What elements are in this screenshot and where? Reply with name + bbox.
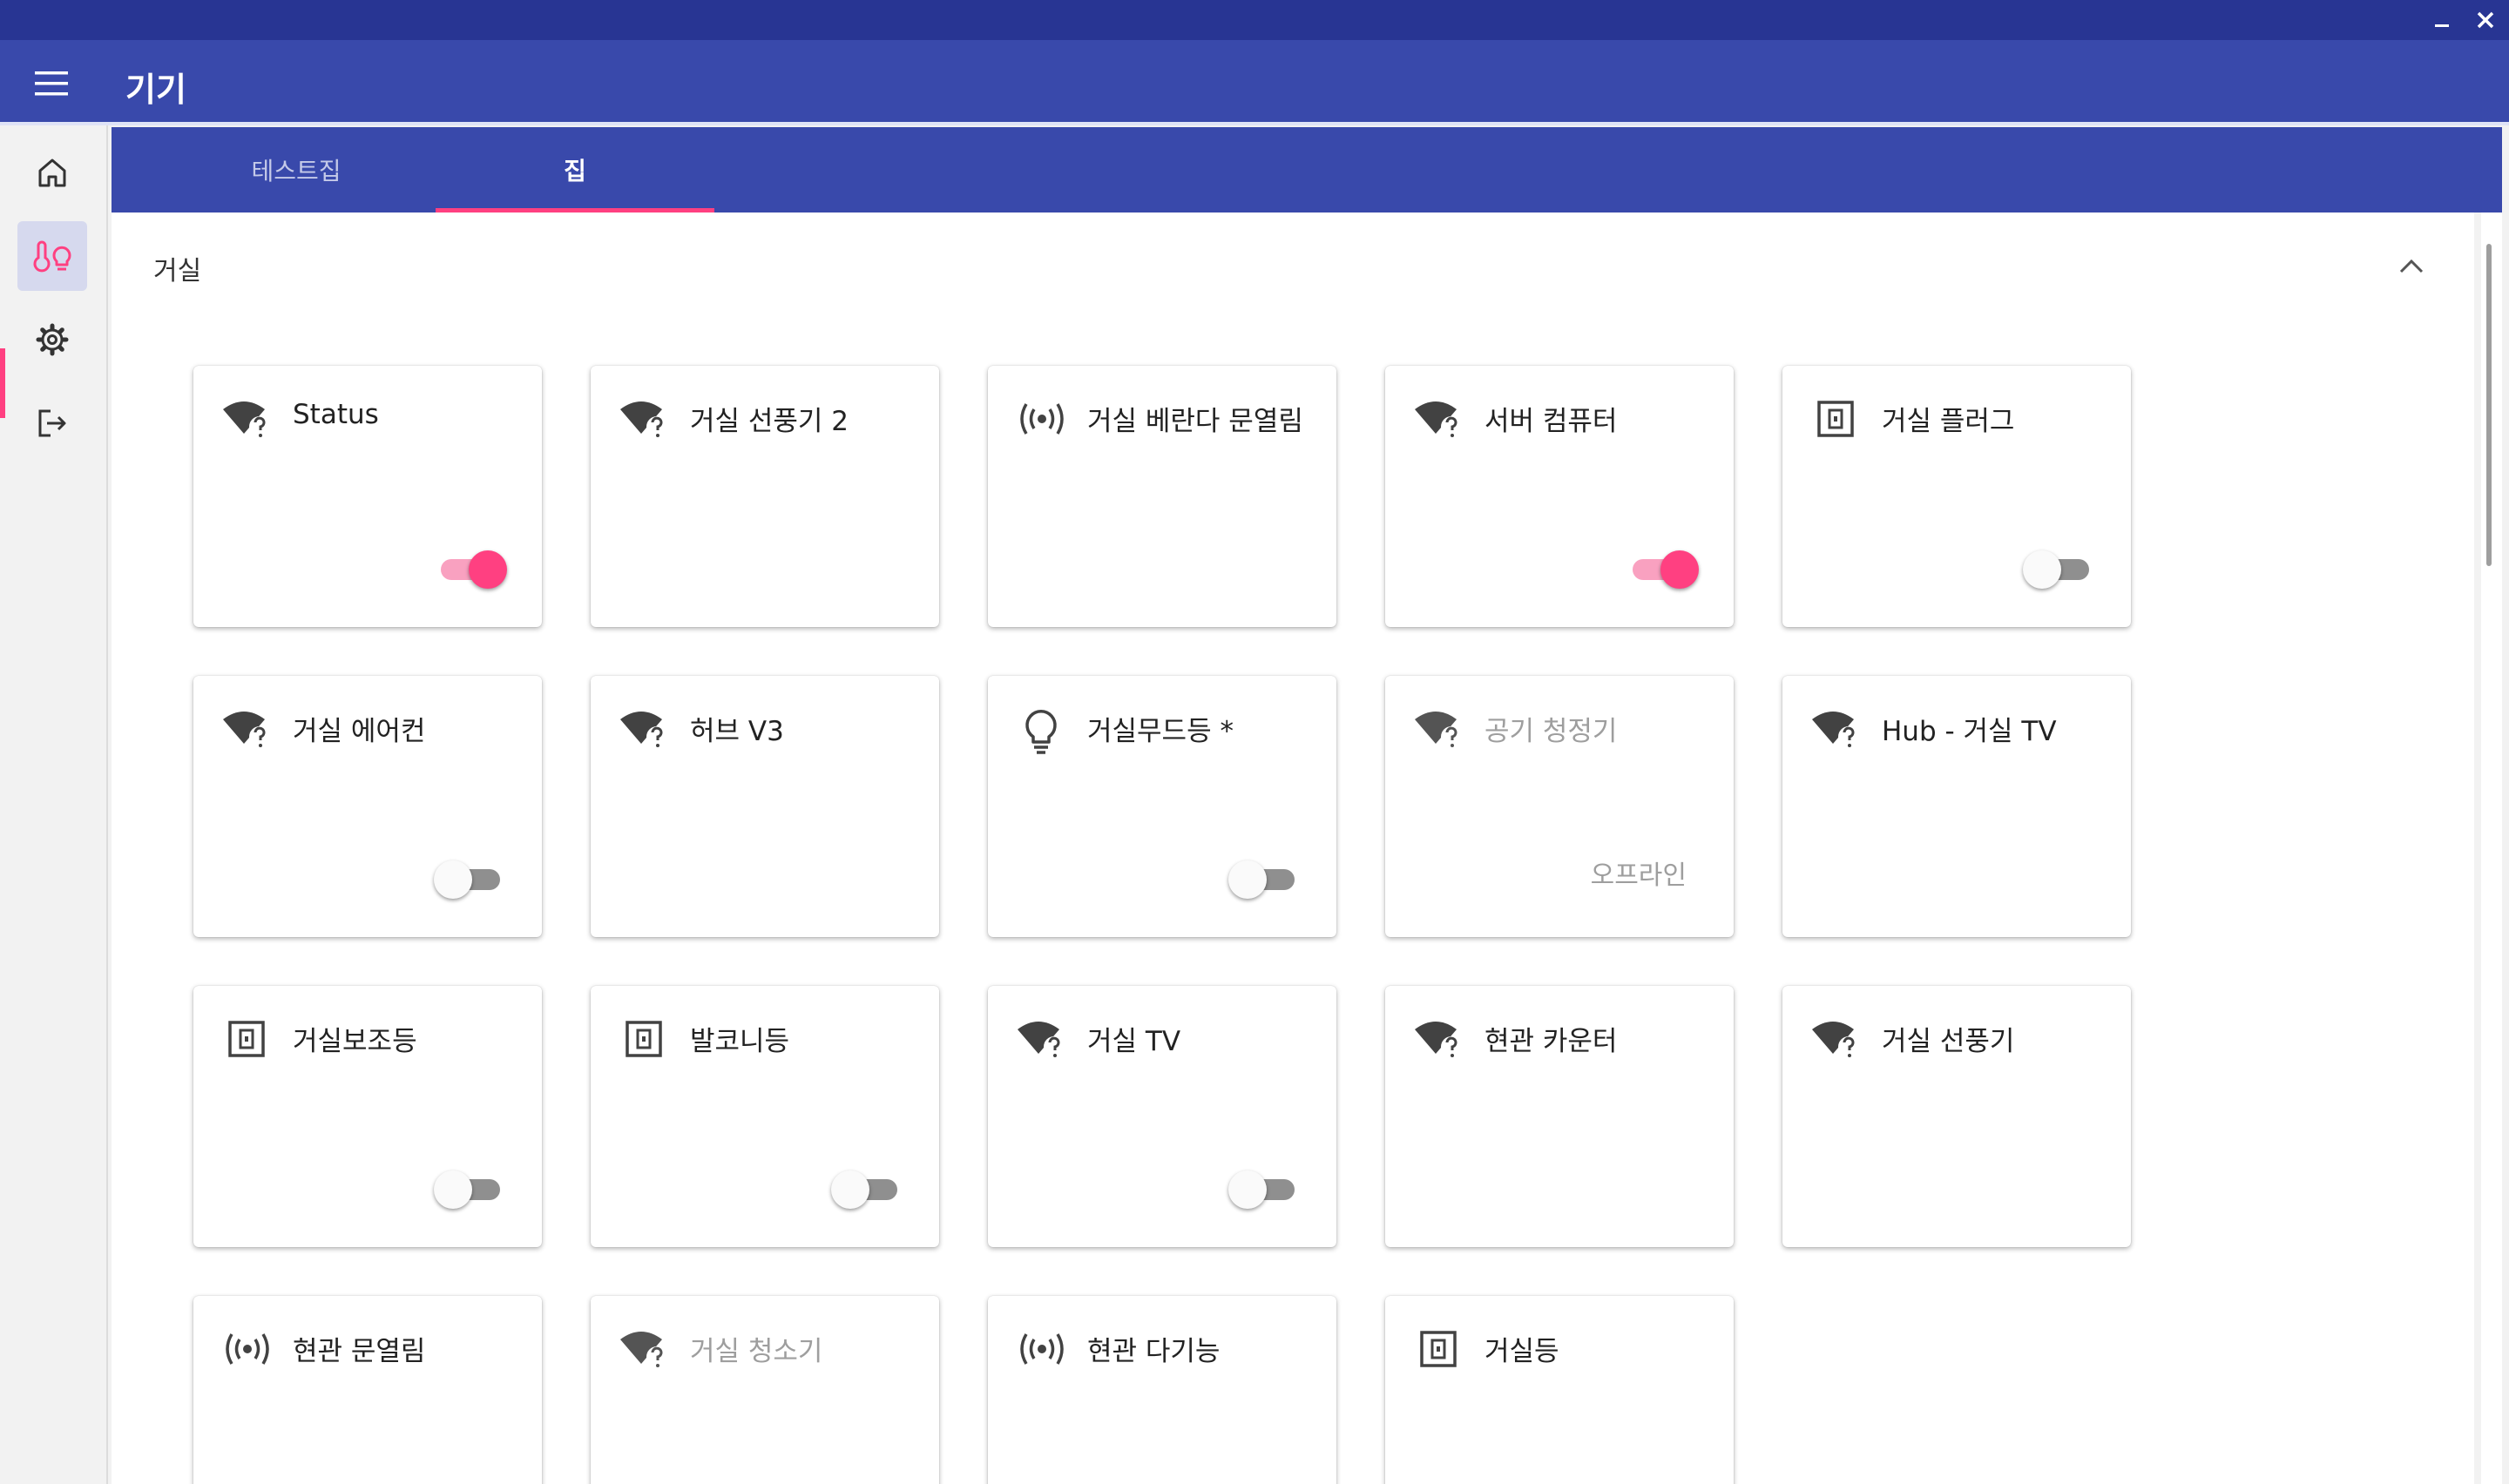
home-icon xyxy=(38,159,66,187)
wifi-question-icon xyxy=(1810,707,1863,751)
device-name: 거실등 xyxy=(1484,1336,1559,1367)
toggle-knob xyxy=(831,1170,869,1209)
toggle-knob xyxy=(1228,1170,1267,1209)
scrollbar-track[interactable] xyxy=(2481,212,2502,1484)
minimize-icon[interactable] xyxy=(2422,0,2462,40)
toggle-knob xyxy=(1228,860,1267,899)
wifi-question-icon xyxy=(619,397,671,441)
toggle-knob xyxy=(434,860,472,899)
device-name: 발코니등 xyxy=(690,1026,790,1057)
outlet-icon xyxy=(619,1017,671,1061)
device-name: 거실 청소기 xyxy=(690,1336,823,1367)
device-card[interactable]: 허브 V3 xyxy=(591,676,939,937)
section-title[interactable]: 거실 xyxy=(153,249,201,287)
device-card[interactable]: 거실등 xyxy=(1385,1296,1734,1484)
sensor-icon xyxy=(221,1327,274,1371)
chevron-up-icon[interactable] xyxy=(2396,253,2427,279)
toggle-knob xyxy=(1660,550,1699,589)
device-toggle[interactable] xyxy=(1626,547,1699,590)
device-name: 거실 플러그 xyxy=(1882,406,2015,437)
device-name: 허브 V3 xyxy=(690,716,784,747)
device-toggle[interactable] xyxy=(831,1167,904,1211)
device-toggle[interactable] xyxy=(434,1167,507,1211)
sidebar-item-home[interactable] xyxy=(17,138,87,207)
device-toggle[interactable] xyxy=(2023,547,2096,590)
device-name: 거실 베란다 문열림 xyxy=(1087,406,1303,437)
app-bar: 기기 xyxy=(0,40,2509,125)
device-card[interactable]: 거실보조등 xyxy=(193,986,542,1247)
device-toggle[interactable] xyxy=(1228,1167,1302,1211)
device-list-panel: 거실 Status 거실 선풍기 2 거실 베란다 문열림 서버 컴퓨터 거실 플러그거… xyxy=(112,212,2474,1484)
sensor-icon xyxy=(1016,397,1068,441)
wifi-question-icon xyxy=(1413,1017,1465,1061)
tab-test-home[interactable]: 테스트집 xyxy=(157,127,436,212)
outlet-icon xyxy=(1810,397,1863,441)
wifi-question-icon xyxy=(619,1327,671,1371)
sensor-icon xyxy=(1016,1327,1068,1371)
thermometer-bulb-icon xyxy=(33,240,71,273)
device-toggle[interactable] xyxy=(434,547,507,590)
window-titlebar xyxy=(0,0,2509,40)
menu-icon[interactable] xyxy=(33,66,71,101)
page-title: 기기 xyxy=(125,71,186,109)
bulb-icon xyxy=(1016,707,1068,754)
device-card[interactable]: Status xyxy=(193,366,542,627)
wifi-question-icon xyxy=(221,397,274,441)
wifi-question-icon xyxy=(1413,397,1465,441)
sidebar xyxy=(0,125,108,1484)
device-card[interactable]: 거실 청소기 xyxy=(591,1296,939,1484)
device-card[interactable]: 거실 선풍기 xyxy=(1782,986,2131,1247)
device-name: 서버 컴퓨터 xyxy=(1484,406,1618,437)
device-card[interactable]: 공기 청정기오프라인 xyxy=(1385,676,1734,937)
device-name: 현관 카운터 xyxy=(1484,1026,1618,1057)
tab-home[interactable]: 집 xyxy=(436,127,714,212)
tab-bar: 테스트집 집 xyxy=(112,127,2502,212)
device-card[interactable]: 서버 컴퓨터 xyxy=(1385,366,1734,627)
device-card[interactable]: 현관 카운터 xyxy=(1385,986,1734,1247)
toggle-knob xyxy=(2023,550,2061,589)
wifi-question-icon xyxy=(1810,1017,1863,1061)
device-status: 오프라인 xyxy=(1590,860,1687,891)
outlet-icon xyxy=(1413,1327,1465,1371)
device-card[interactable]: 거실 에어컨 xyxy=(193,676,542,937)
toggle-knob xyxy=(434,1170,472,1209)
toggle-knob xyxy=(469,550,507,589)
wifi-question-icon xyxy=(1413,707,1465,751)
device-card[interactable]: 거실 선풍기 2 xyxy=(591,366,939,627)
device-name: 거실 선풍기 xyxy=(1882,1026,2015,1057)
sidebar-item-devices[interactable] xyxy=(17,221,87,291)
sidebar-item-settings[interactable] xyxy=(17,305,87,374)
device-card[interactable]: 현관 다기능 xyxy=(988,1296,1336,1484)
wifi-question-icon xyxy=(619,707,671,751)
device-name: Status xyxy=(293,399,379,430)
device-name: 공기 청정기 xyxy=(1484,716,1618,747)
device-card[interactable]: 현관 문열림 xyxy=(193,1296,542,1484)
device-card[interactable]: 거실무드등 * xyxy=(988,676,1336,937)
device-name: 거실보조등 xyxy=(293,1026,417,1057)
active-nav-indicator xyxy=(0,348,5,418)
device-name: 거실 TV xyxy=(1087,1026,1181,1057)
wifi-question-icon xyxy=(1016,1017,1068,1061)
device-name: Hub - 거실 TV xyxy=(1882,716,2057,747)
device-toggle[interactable] xyxy=(1228,857,1302,901)
device-card[interactable]: 거실 플러그 xyxy=(1782,366,2131,627)
device-name: 거실무드등 * xyxy=(1087,716,1234,747)
gear-icon xyxy=(36,323,69,356)
device-card[interactable]: Hub - 거실 TV xyxy=(1782,676,2131,937)
device-toggle[interactable] xyxy=(434,857,507,901)
device-name: 거실 에어컨 xyxy=(293,716,426,747)
scrollbar-thumb[interactable] xyxy=(2486,244,2492,566)
sidebar-item-logout[interactable] xyxy=(17,388,87,458)
device-name: 거실 선풍기 2 xyxy=(690,406,849,437)
close-icon[interactable] xyxy=(2465,0,2506,40)
device-card[interactable]: 발코니등 xyxy=(591,986,939,1247)
logout-icon xyxy=(38,409,66,437)
device-card[interactable]: 거실 베란다 문열림 xyxy=(988,366,1336,627)
device-card[interactable]: 거실 TV xyxy=(988,986,1336,1247)
device-name: 현관 문열림 xyxy=(293,1336,426,1367)
wifi-question-icon xyxy=(221,707,274,751)
device-name: 현관 다기능 xyxy=(1087,1336,1221,1367)
outlet-icon xyxy=(221,1017,274,1061)
